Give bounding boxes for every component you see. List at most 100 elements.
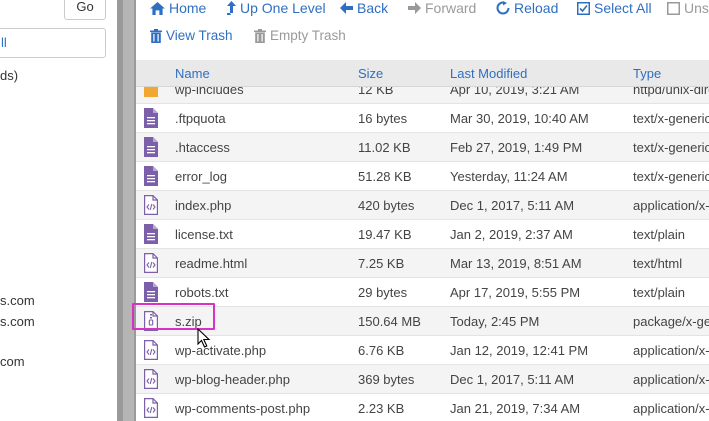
file-type: text/x-generic xyxy=(633,169,709,184)
file-size: 19.47 KB xyxy=(358,227,412,242)
code-file-icon xyxy=(144,253,158,273)
text-file-icon xyxy=(144,166,158,186)
unselect-all-label: Uns xyxy=(684,0,709,16)
file-size: 12 KB xyxy=(358,87,394,97)
text-file-icon xyxy=(144,108,158,128)
back-button[interactable]: Back xyxy=(340,0,388,16)
table-row[interactable]: readme.html 7.25 KB Mar 13, 2019, 8:51 AM t… xyxy=(136,249,709,278)
table-row[interactable]: wp-comments-post.php 2.23 KB Jan 21, 2019,… xyxy=(136,394,709,421)
unselect-all-button[interactable]: Uns xyxy=(667,0,709,16)
column-header-name[interactable]: Name xyxy=(175,66,210,81)
file-last-modified: Apr 17, 2019, 5:55 PM xyxy=(450,285,581,300)
table-row[interactable]: robots.txt 29 bytes Apr 17, 2019, 5:55 PM t… xyxy=(136,278,709,307)
file-size: 150.64 MB xyxy=(358,314,421,329)
file-name: wp-includes xyxy=(175,87,244,97)
mouse-cursor-icon xyxy=(197,328,211,348)
table-row[interactable]: error_log 51.28 KB Yesterday, 11:24 AM text… xyxy=(136,162,709,191)
file-size: 51.28 KB xyxy=(358,169,412,184)
up-one-level-button[interactable]: Up One Level xyxy=(227,0,326,16)
table-row[interactable]: .ftpquota 16 bytes Mar 30, 2019, 10:40 AM t… xyxy=(136,104,709,133)
left-pane: Go ll ds) s.com s.com com xyxy=(0,0,117,421)
forward-label: Forward xyxy=(425,0,477,16)
view-trash-button[interactable]: View Trash xyxy=(150,28,233,43)
table-row[interactable]: wp-blog-header.php 369 bytes Dec 1, 2017, … xyxy=(136,365,709,394)
file-rows: wp-includes 12 KB Apr 10, 2019, 3:21 AM htt… xyxy=(136,87,709,421)
file-table: Name Size Last Modified Type wp-includes… xyxy=(136,60,709,421)
left-text-2[interactable]: s.com xyxy=(0,293,35,308)
text-file-icon xyxy=(144,224,158,244)
column-header-size[interactable]: Size xyxy=(358,66,383,81)
file-name: license.txt xyxy=(175,227,233,242)
file-type: text/x-generic xyxy=(633,111,709,126)
left-text-1: ds) xyxy=(0,68,19,83)
text-file-icon xyxy=(144,282,158,302)
file-type: application/x- xyxy=(633,343,709,358)
up-one-level-label: Up One Level xyxy=(240,0,326,16)
reload-button[interactable]: Reload xyxy=(496,0,558,16)
reload-icon xyxy=(496,1,510,15)
code-file-icon xyxy=(144,195,158,215)
file-size: 369 bytes xyxy=(358,372,415,387)
table-row[interactable]: license.txt 19.47 KB Jan 2, 2019, 2:37 AM t… xyxy=(136,220,709,249)
file-last-modified: Today, 2:45 PM xyxy=(450,314,540,329)
column-header-last-modified[interactable]: Last Modified xyxy=(450,66,527,81)
file-last-modified: Feb 27, 2019, 1:49 PM xyxy=(450,140,583,155)
file-name: error_log xyxy=(175,169,228,184)
trash-icon xyxy=(150,28,162,43)
column-header-type[interactable]: Type xyxy=(633,66,661,81)
file-size: 6.76 KB xyxy=(358,343,405,358)
file-last-modified: Apr 10, 2019, 3:21 AM xyxy=(450,87,580,97)
select-all-button[interactable]: Select All xyxy=(577,0,652,16)
home-icon xyxy=(150,1,165,15)
toolbar: Home Up One Level Back Forward Reload Se… xyxy=(136,0,709,54)
reload-label: Reload xyxy=(514,0,559,16)
file-name: robots.txt xyxy=(175,285,229,300)
text-file-icon xyxy=(144,137,158,157)
file-last-modified: Jan 21, 2019, 7:34 AM xyxy=(450,401,581,416)
table-row[interactable]: wp-activate.php 6.76 KB Jan 12, 2019, 12:4… xyxy=(136,336,709,365)
file-type: text/html xyxy=(633,256,683,271)
file-size: 16 bytes xyxy=(358,111,408,126)
file-size: 420 bytes xyxy=(358,198,415,213)
file-name: wp-blog-header.php xyxy=(175,372,290,387)
table-row[interactable]: wp-includes 12 KB Apr 10, 2019, 3:21 AM htt… xyxy=(136,87,709,104)
table-row[interactable]: index.php 420 bytes Dec 1, 2017, 5:11 AM ap… xyxy=(136,191,709,220)
file-type: package/x-ge xyxy=(633,314,709,329)
view-trash-label: View Trash xyxy=(166,28,233,43)
file-last-modified: Mar 30, 2019, 10:40 AM xyxy=(450,111,589,126)
code-file-icon xyxy=(144,398,158,418)
file-name: wp-comments-post.php xyxy=(175,401,311,416)
empty-trash-button[interactable]: Empty Trash xyxy=(254,28,346,43)
checkbox-icon xyxy=(577,1,590,15)
file-name: .htaccess xyxy=(175,140,230,155)
table-row[interactable]: .htaccess 11.02 KB Feb 27, 2019, 1:49 PM te… xyxy=(136,133,709,162)
empty-trash-label: Empty Trash xyxy=(270,28,346,43)
arrow-left-icon xyxy=(340,2,353,14)
table-row[interactable]: s.zip 150.64 MB Today, 2:45 PM package/x-ge xyxy=(136,307,709,336)
select-all-label: Select All xyxy=(594,0,652,16)
left-field[interactable]: ll xyxy=(0,28,106,58)
unchecked-box-icon xyxy=(667,1,680,15)
file-size: 11.02 KB xyxy=(358,140,411,155)
left-text-3[interactable]: s.com xyxy=(0,314,35,329)
file-name: index.php xyxy=(175,198,232,213)
code-file-icon xyxy=(144,369,158,389)
table-header: Name Size Last Modified Type xyxy=(136,60,709,87)
level-up-icon xyxy=(227,1,236,15)
file-last-modified: Dec 1, 2017, 5:11 AM xyxy=(450,372,575,387)
file-name: readme.html xyxy=(175,256,248,271)
left-text-4[interactable]: com xyxy=(0,354,25,369)
file-last-modified: Dec 1, 2017, 5:11 AM xyxy=(450,198,575,213)
file-type: application/x- xyxy=(633,198,709,213)
home-button[interactable]: Home xyxy=(150,0,206,16)
go-button[interactable]: Go xyxy=(64,0,106,20)
pane-scrollbar[interactable] xyxy=(123,0,134,421)
zip-file-icon xyxy=(144,311,158,331)
file-name: wp-activate.php xyxy=(175,343,267,358)
file-name: .ftpquota xyxy=(175,111,226,126)
code-file-icon xyxy=(144,340,158,360)
file-type: httpd/unix-dire xyxy=(633,87,709,97)
file-type: text/x-generic xyxy=(633,140,709,155)
trash-icon xyxy=(254,28,266,43)
forward-button[interactable]: Forward xyxy=(408,0,476,16)
